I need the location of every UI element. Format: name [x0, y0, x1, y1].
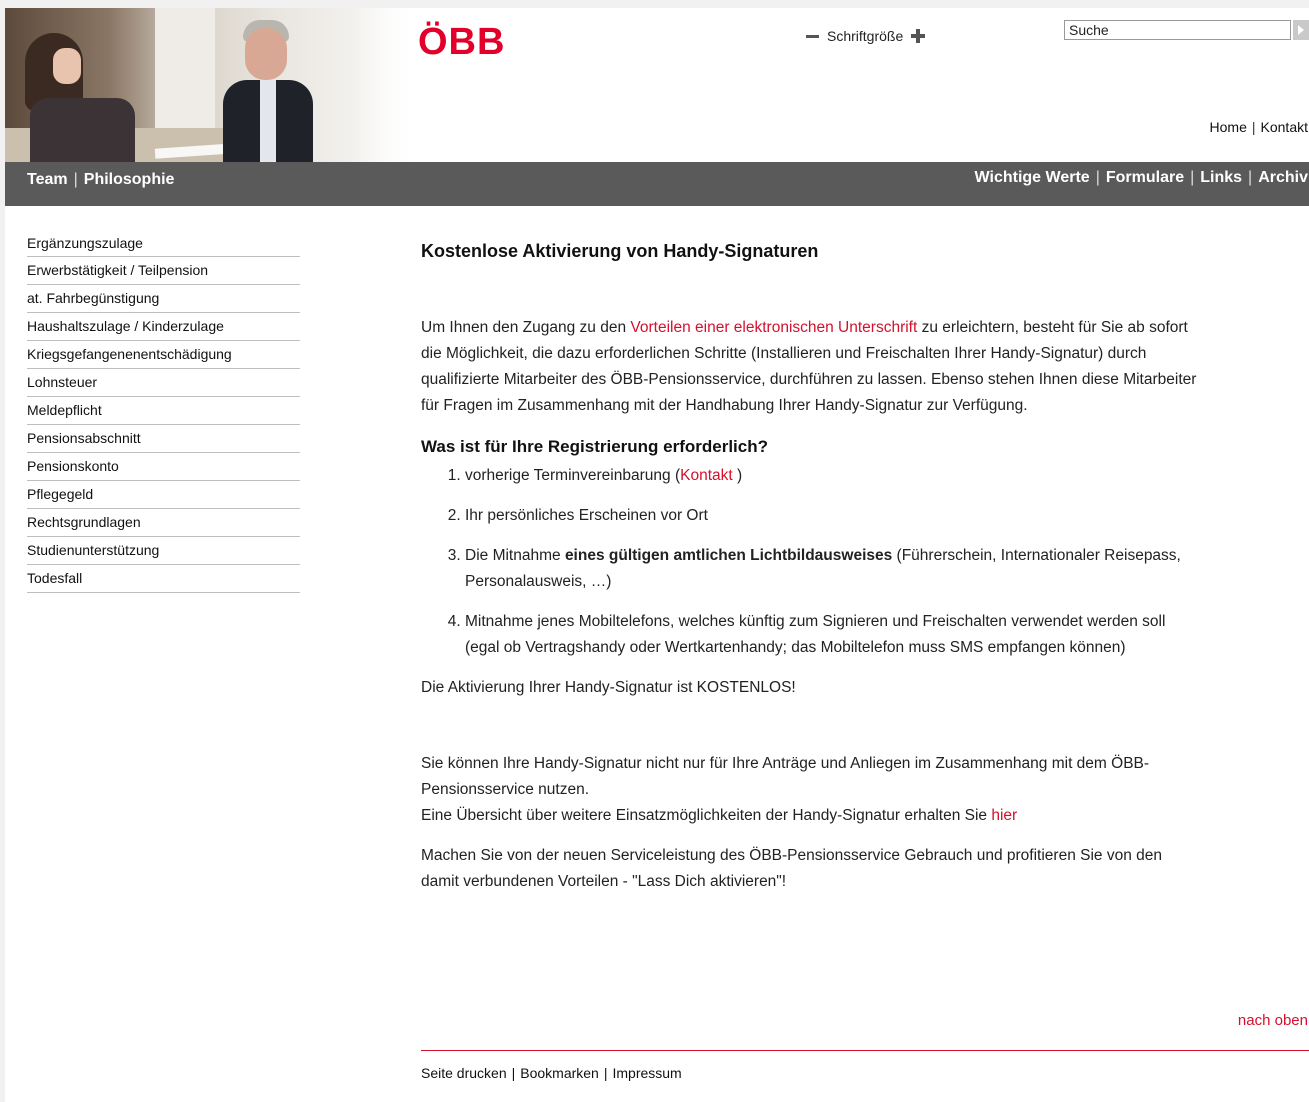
sidebar-item-kriegsgefangenen[interactable]: Kriegsgefangenenentschädigung: [27, 341, 300, 369]
navbar-right: Wichtige Werte | Formulare | Links | Archiv: [975, 169, 1308, 187]
nav-formulare[interactable]: Formulare: [1106, 169, 1184, 186]
separator: |: [603, 1065, 608, 1081]
main-content: Kostenlose Aktivierung von Handy-Signatu…: [421, 238, 1201, 895]
separator: |: [1190, 169, 1195, 186]
step1-text: vorherige Terminvereinbarung (: [465, 467, 681, 484]
list-item: Ihr persönliches Erscheinen vor Ort: [465, 503, 1201, 529]
sidebar-item-meldepflicht[interactable]: Meldepflicht: [27, 397, 300, 425]
sidebar-item-rechtsgrundlagen[interactable]: Rechtsgrundlagen: [27, 509, 300, 537]
nav-team[interactable]: Team: [27, 171, 68, 188]
top-border: [0, 0, 1309, 8]
step2-text: Ihr persönliches Erscheinen vor Ort: [465, 507, 708, 524]
separator: |: [1248, 169, 1253, 186]
search-input[interactable]: [1064, 20, 1292, 40]
footer-links: Seite drucken | Bookmarken | Impressum: [421, 1065, 682, 1081]
footer-divider: [421, 1050, 1309, 1051]
minus-icon[interactable]: [806, 34, 819, 38]
use-text: Sie können Ihre Handy-Signatur nicht nur…: [421, 755, 1150, 798]
contact-inline-link[interactable]: Kontakt: [680, 467, 733, 484]
page-title: Kostenlose Aktivierung von Handy-Signatu…: [421, 241, 819, 261]
overview-text: Eine Übersicht über weitere Einsatzmögli…: [421, 807, 992, 824]
search-submit-icon[interactable]: [1293, 20, 1309, 40]
registration-heading: Was ist für Ihre Registrierung erforderl…: [421, 437, 768, 456]
separator: |: [1095, 169, 1100, 186]
header-photo: [5, 8, 420, 162]
list-item: vorherige Terminvereinbarung (Kontakt ): [465, 463, 1201, 489]
closing-paragraph: Machen Sie von der neuen Serviceleistung…: [421, 847, 1162, 890]
print-link[interactable]: Seite drucken: [421, 1065, 507, 1081]
search-box: [1064, 19, 1309, 41]
sidebar-item-pflegegeld[interactable]: Pflegegeld: [27, 481, 300, 509]
requirements-list: vorherige Terminvereinbarung (Kontakt ) …: [421, 463, 1201, 661]
step3-text: Die Mitnahme: [465, 547, 565, 564]
separator: |: [511, 1065, 516, 1081]
advantages-link[interactable]: Vorteilen einer elektronischen Unterschr…: [630, 319, 917, 336]
impressum-link[interactable]: Impressum: [612, 1065, 681, 1081]
sidebar-item-erwerbstaetigkeit[interactable]: Erwerbstätigkeit / Teilpension: [27, 257, 300, 285]
oebb-logo[interactable]: ÖBB: [418, 22, 505, 62]
sidebar-item-studienunterstuetzung[interactable]: Studienunterstützung: [27, 537, 300, 565]
main-navbar: Team | Philosophie Wichtige Werte | Formular…: [5, 162, 1309, 206]
sidebar-item-haushaltszulage[interactable]: Haushaltszulage / Kinderzulage: [27, 313, 300, 341]
font-size-control: Schriftgröße: [806, 28, 926, 44]
list-item: Die Mitnahme eines gültigen amtlichen Li…: [465, 543, 1201, 595]
navbar-left: Team | Philosophie: [27, 171, 174, 189]
sidebar-menu: Ergänzungszulage Erwerbstätigkeit / Teil…: [27, 230, 300, 593]
separator: |: [1251, 119, 1256, 135]
list-item: Mitnahme jenes Mobiltelefons, welches kü…: [465, 609, 1201, 661]
nav-archiv[interactable]: Archiv: [1258, 169, 1308, 186]
sidebar-item-ergaenzungszulage[interactable]: Ergänzungszulage: [27, 230, 300, 257]
overview-paragraph: Eine Übersicht über weitere Einsatzmögli…: [421, 803, 1201, 829]
font-size-label: Schriftgröße: [827, 28, 904, 44]
sidebar-item-fahrbeguenstigung[interactable]: at. Fahrbegünstigung: [27, 285, 300, 313]
top-links: Home | Kontakt: [1210, 119, 1308, 135]
bookmark-link[interactable]: Bookmarken: [520, 1065, 599, 1081]
intro-text: Um Ihnen den Zugang zu den: [421, 319, 631, 336]
step1-text-end: ): [732, 467, 743, 484]
back-to-top-link[interactable]: nach oben: [1238, 1012, 1308, 1029]
nav-links[interactable]: Links: [1200, 169, 1242, 186]
nav-philosophie[interactable]: Philosophie: [84, 171, 175, 188]
sidebar-item-todesfall[interactable]: Todesfall: [27, 565, 300, 593]
plus-icon[interactable]: [911, 29, 926, 43]
here-link[interactable]: hier: [991, 807, 1017, 824]
contact-link[interactable]: Kontakt: [1261, 119, 1308, 135]
sidebar-item-lohnsteuer[interactable]: Lohnsteuer: [27, 369, 300, 397]
separator: |: [73, 171, 78, 188]
nav-wichtige-werte[interactable]: Wichtige Werte: [975, 169, 1090, 186]
step3-bold: eines gültigen amtlichen Lichtbildauswei…: [564, 547, 893, 564]
sidebar-item-pensionskonto[interactable]: Pensionskonto: [27, 453, 300, 481]
free-note: Die Aktivierung Ihrer Handy-Signatur ist…: [421, 679, 796, 696]
intro-paragraph: Um Ihnen den Zugang zu den Vorteilen ein…: [421, 315, 1201, 419]
sidebar-item-pensionsabschnitt[interactable]: Pensionsabschnitt: [27, 425, 300, 453]
step4-text: Mitnahme jenes Mobiltelefons, welches kü…: [465, 613, 1166, 656]
home-link[interactable]: Home: [1210, 119, 1247, 135]
